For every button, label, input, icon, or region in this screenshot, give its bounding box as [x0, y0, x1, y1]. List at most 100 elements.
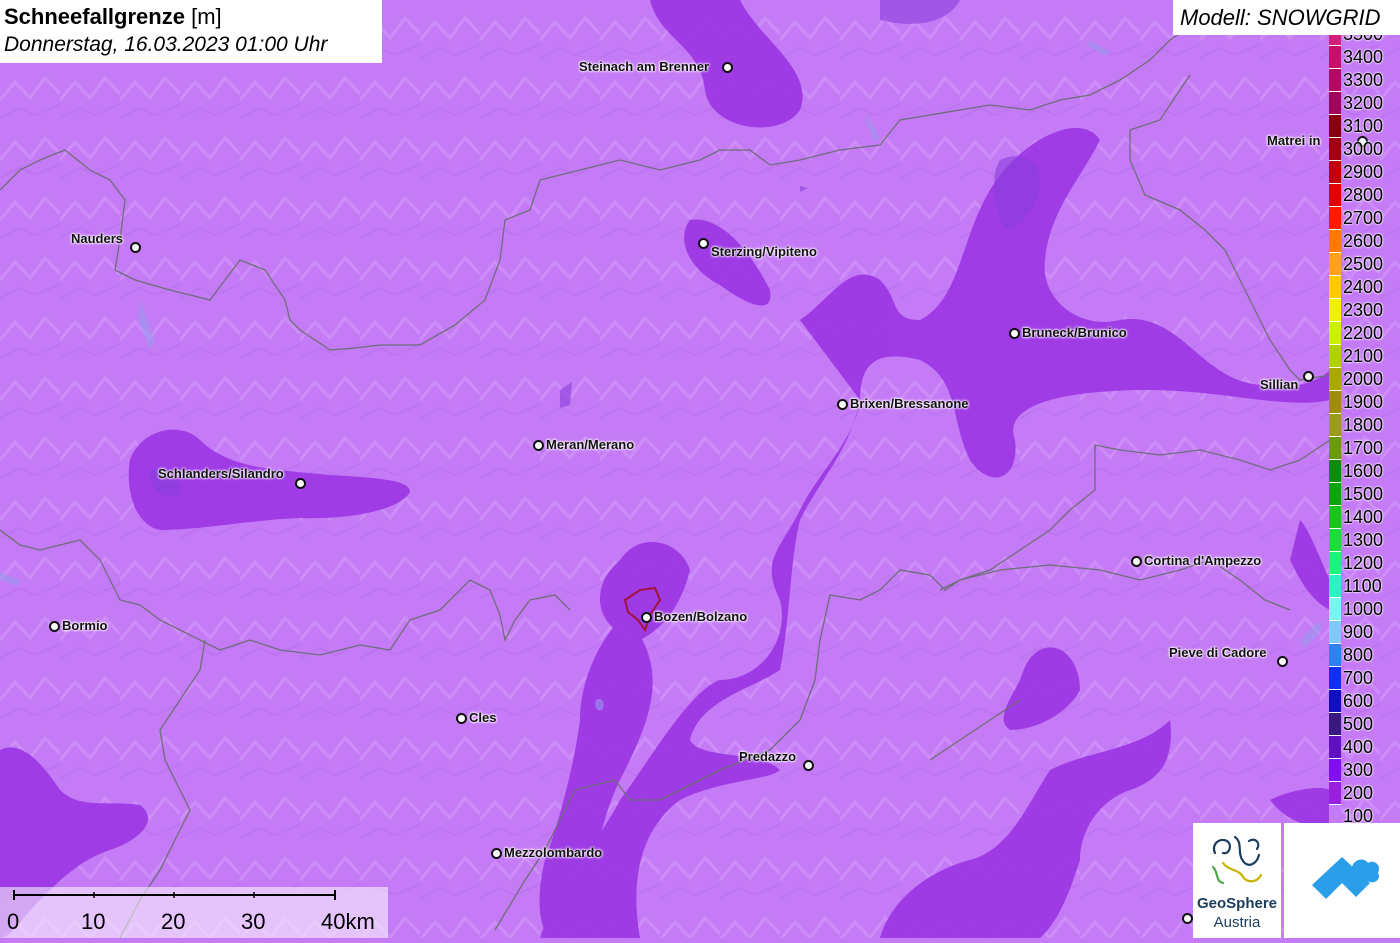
- legend-swatch: [1329, 299, 1341, 322]
- geosphere-country: Austria: [1213, 914, 1261, 931]
- city-dot[interactable]: [491, 848, 502, 859]
- legend-swatch: [1329, 92, 1341, 115]
- legend-label: 2200: [1343, 323, 1384, 343]
- city-label: Pieve di Cadore: [1169, 645, 1267, 660]
- legend-label: 700: [1343, 668, 1374, 688]
- legend-label: 1400: [1343, 507, 1384, 527]
- legend-row: 500: [1329, 713, 1400, 736]
- scale-label: 10: [81, 909, 106, 934]
- scale-label: 40km: [321, 909, 375, 934]
- legend-label: 3400: [1343, 47, 1384, 67]
- city-dot[interactable]: [722, 62, 733, 73]
- legend-row: 1900: [1329, 391, 1400, 414]
- city-dot[interactable]: [1009, 328, 1020, 339]
- legend-row: 2800: [1329, 184, 1400, 207]
- legend-swatch: [1329, 184, 1341, 207]
- legend-swatch: [1329, 437, 1341, 460]
- legend-label: 2700: [1343, 208, 1384, 228]
- legend-row: 800: [1329, 644, 1400, 667]
- city-dot[interactable]: [295, 478, 306, 489]
- geosphere-logo[interactable]: GeoSphere Austria: [1193, 823, 1281, 938]
- geosphere-name: GeoSphere: [1196, 895, 1278, 912]
- legend-row: 1000: [1329, 598, 1400, 621]
- legend-row: 900: [1329, 621, 1400, 644]
- city-dot[interactable]: [1131, 556, 1142, 567]
- legend-swatch: [1329, 483, 1341, 506]
- map-title: Schneefallgrenze [m]: [4, 3, 378, 31]
- legend-swatch: [1329, 368, 1341, 391]
- legend-swatch: [1329, 805, 1341, 825]
- legend-label: 2400: [1343, 277, 1384, 297]
- city-dot[interactable]: [1182, 913, 1193, 924]
- legend-row: 2100: [1329, 345, 1400, 368]
- legend-swatch: [1329, 506, 1341, 529]
- city-label: Sterzing/Vipiteno: [711, 244, 817, 259]
- scale-label: 30: [241, 909, 266, 934]
- legend-label: 2500: [1343, 254, 1384, 274]
- legend-label: 1600: [1343, 461, 1384, 481]
- legend-row: 1400: [1329, 506, 1400, 529]
- city-dot[interactable]: [130, 242, 141, 253]
- legend-row: 2600: [1329, 230, 1400, 253]
- legend-label: 2300: [1343, 300, 1384, 320]
- legend-swatch: [1329, 736, 1341, 759]
- legend-row: 1500: [1329, 483, 1400, 506]
- legend-swatch: [1329, 35, 1341, 46]
- legend-row: 2900: [1329, 161, 1400, 184]
- city-dot[interactable]: [641, 612, 652, 623]
- city-dot[interactable]: [698, 238, 709, 249]
- legend-label: 2800: [1343, 185, 1384, 205]
- weather-logo[interactable]: [1284, 823, 1400, 938]
- legend-label: 1100: [1343, 576, 1382, 596]
- cloud-arrow-icon: [1312, 857, 1380, 899]
- legend-label: 500: [1343, 714, 1374, 734]
- legend-swatch: [1329, 230, 1341, 253]
- title-panel: Schneefallgrenze [m] Donnerstag, 16.03.2…: [0, 0, 382, 63]
- legend-row: 3000: [1329, 138, 1400, 161]
- city-dot[interactable]: [533, 440, 544, 451]
- legend-swatch: [1329, 115, 1341, 138]
- legend-label: 300: [1343, 760, 1374, 780]
- legend-row: 2700: [1329, 207, 1400, 230]
- legend-swatch: [1329, 414, 1341, 437]
- legend-swatch: [1329, 46, 1341, 69]
- legend-swatch: [1329, 276, 1341, 299]
- city-dot[interactable]: [49, 621, 60, 632]
- city-label: Predazzo: [739, 749, 797, 764]
- city-label: Bruneck/Brunico: [1022, 325, 1127, 340]
- legend-label: 1300: [1343, 530, 1384, 550]
- legend-swatch: [1329, 759, 1341, 782]
- city-dot[interactable]: [456, 713, 467, 724]
- legend-swatch: [1329, 529, 1341, 552]
- legend-row: 3200: [1329, 92, 1400, 115]
- legend-label: 2900: [1343, 162, 1384, 182]
- model-label: Modell: SNOWGRID: [1173, 0, 1400, 35]
- legend-row: 3100: [1329, 115, 1400, 138]
- legend-label: 1000: [1343, 599, 1384, 619]
- city-label: Meran/Merano: [546, 437, 635, 452]
- legend-label: 3500: [1343, 35, 1383, 46]
- city-dot[interactable]: [1303, 371, 1314, 382]
- legend-row: 1700: [1329, 437, 1400, 460]
- legend-label: 800: [1343, 645, 1374, 665]
- city-label: Steinach am Brenner: [579, 59, 710, 74]
- city-dot[interactable]: [1277, 656, 1288, 667]
- legend-label: 1700: [1343, 438, 1384, 458]
- legend-swatch: [1329, 690, 1341, 713]
- city-dot[interactable]: [837, 399, 848, 410]
- city-label: Sillian: [1260, 377, 1299, 392]
- legend-row: 300: [1329, 759, 1400, 782]
- city-dot[interactable]: [803, 760, 814, 771]
- legend-label: 1200: [1343, 553, 1384, 573]
- legend-label: 1900: [1343, 392, 1384, 412]
- map-date: Donnerstag, 16.03.2023 01:00 Uhr: [4, 33, 328, 56]
- legend-swatch: [1329, 460, 1341, 483]
- legend-swatch: [1329, 322, 1341, 345]
- city-label: Schlanders/Silandro: [158, 466, 284, 481]
- legend-row: 200: [1329, 782, 1400, 805]
- legend-row: 2400: [1329, 276, 1400, 299]
- legend-row: 1600: [1329, 460, 1400, 483]
- legend-row: 100: [1329, 805, 1400, 825]
- legend-label: 3300: [1343, 70, 1384, 90]
- legend-row: 1800: [1329, 414, 1400, 437]
